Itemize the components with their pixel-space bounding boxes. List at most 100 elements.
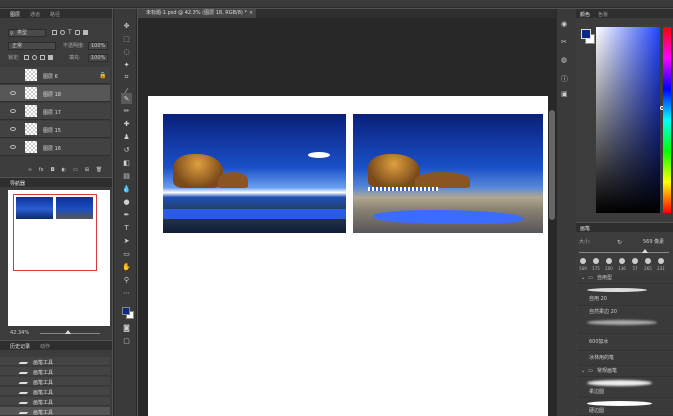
lasso-tool-icon[interactable]: ◌ bbox=[121, 46, 132, 57]
zoom-tool-icon[interactable]: ⚲ bbox=[121, 274, 132, 285]
tab-paths[interactable]: 路径 bbox=[50, 11, 60, 18]
path-select-icon[interactable]: ➤ bbox=[121, 235, 132, 246]
adjustments-icon[interactable]: ▣ bbox=[561, 90, 568, 98]
pencil-tool-icon[interactable]: ✏ bbox=[121, 105, 132, 116]
layer-row[interactable]: 图层 17 bbox=[0, 103, 110, 120]
hand-tool-icon[interactable]: ✋ bbox=[121, 261, 132, 272]
navigator-view-box[interactable] bbox=[13, 194, 97, 271]
tab-history[interactable]: 历史记录 bbox=[10, 343, 30, 350]
filter-type-icon[interactable]: T bbox=[68, 30, 72, 37]
eraser-tool-icon[interactable]: ◧ bbox=[121, 157, 132, 168]
tab-channels[interactable]: 通道 bbox=[30, 11, 40, 18]
brush-tool-icon[interactable]: ✎ bbox=[121, 93, 132, 104]
tab-actions[interactable]: 动作 bbox=[40, 343, 50, 350]
gradient-tool-icon[interactable]: ▤ bbox=[121, 170, 132, 181]
fg-color-chip[interactable] bbox=[581, 29, 591, 39]
eye-icon[interactable] bbox=[10, 109, 16, 113]
brush-preset-size[interactable]: 136 bbox=[617, 258, 627, 272]
navigator-preview[interactable] bbox=[8, 190, 110, 326]
brush-preset-size[interactable]: 57 bbox=[630, 258, 640, 272]
brush-preset[interactable]: 自然柔边 20 bbox=[577, 307, 673, 334]
blend-mode-select[interactable]: 正常 bbox=[8, 42, 56, 50]
type-tool-icon[interactable]: T bbox=[121, 222, 132, 233]
reset-icon[interactable]: ↻ bbox=[617, 239, 622, 246]
lock-move-icon[interactable] bbox=[40, 55, 45, 60]
eye-icon[interactable] bbox=[10, 145, 16, 149]
folder-icon[interactable]: ▭ bbox=[73, 167, 78, 174]
history-item[interactable]: 画笔工具 bbox=[0, 377, 110, 386]
scissors-icon[interactable]: ✂ bbox=[561, 38, 567, 46]
brush-preset[interactable]: 硬边圆 bbox=[577, 399, 673, 416]
more-tools-icon[interactable]: ⋯ bbox=[121, 287, 132, 298]
tab-swatches[interactable]: 色板 bbox=[598, 11, 608, 18]
layer-row[interactable]: 图层 15 bbox=[0, 121, 110, 138]
brush-preset[interactable]: 柔边圆 bbox=[577, 378, 673, 398]
fx-icon[interactable]: fx bbox=[39, 167, 44, 174]
opacity-input[interactable]: 100% bbox=[88, 42, 108, 50]
brush-preset[interactable]: 600加水 bbox=[577, 335, 673, 351]
close-icon[interactable]: × bbox=[249, 11, 253, 16]
brush-preset-size[interactable]: 200 bbox=[604, 258, 614, 272]
quick-mask-icon[interactable]: ◙ bbox=[121, 322, 132, 333]
info-icon[interactable]: ⓘ bbox=[561, 74, 568, 84]
brush-preset[interactable]: 冰林用的笔 bbox=[577, 352, 673, 366]
color-picker-field[interactable] bbox=[596, 27, 660, 213]
brush-preset-size[interactable]: 569 bbox=[578, 258, 588, 272]
brush-preset-size[interactable]: 231 bbox=[656, 258, 666, 272]
eye-icon[interactable] bbox=[10, 91, 16, 95]
brush-settings-icon[interactable]: ◍ bbox=[561, 56, 567, 64]
brush-size-value[interactable]: 569 像素 bbox=[643, 240, 664, 245]
canvas-document[interactable] bbox=[148, 96, 548, 416]
foreground-color-swatch[interactable] bbox=[122, 307, 130, 315]
brush-preset[interactable]: 自用 20 bbox=[577, 285, 673, 306]
trash-icon[interactable]: 🗑 bbox=[96, 167, 102, 174]
tab-brushes[interactable]: 画笔 bbox=[580, 225, 590, 232]
filter-smart-icon[interactable] bbox=[82, 30, 88, 35]
filter-pixel-icon[interactable] bbox=[52, 30, 57, 35]
brush-folder-custom[interactable]: ⌄ ▭ 自用型 bbox=[577, 274, 673, 284]
tab-layers[interactable]: 图层 bbox=[10, 11, 20, 18]
brush-preset-size[interactable]: 175 bbox=[591, 258, 601, 272]
navigator-zoom[interactable]: 42.34% bbox=[10, 331, 29, 336]
brush-preset-size[interactable]: 265 bbox=[643, 258, 653, 272]
mask-icon[interactable]: ◘ bbox=[51, 167, 55, 174]
zoom-slider-handle[interactable] bbox=[65, 330, 71, 334]
filter-adjust-icon[interactable] bbox=[60, 30, 65, 35]
tab-color[interactable]: 颜色 bbox=[580, 11, 590, 18]
adjustment-icon[interactable]: ◐ bbox=[62, 167, 66, 174]
lock-pixels-icon[interactable] bbox=[24, 55, 29, 60]
dodge-tool-icon[interactable]: ● bbox=[121, 196, 132, 207]
stamp-tool-icon[interactable]: ♟ bbox=[121, 131, 132, 142]
screen-mode-icon[interactable]: ▢ bbox=[121, 335, 132, 346]
tab-navigator[interactable]: 导航器 bbox=[10, 180, 25, 187]
brush-size-handle[interactable] bbox=[642, 249, 648, 253]
layer-row-selected[interactable]: 图层 18 bbox=[0, 85, 110, 102]
history-item[interactable]: 画笔工具 bbox=[0, 387, 110, 396]
filter-shape-icon[interactable] bbox=[74, 30, 80, 35]
blur-tool-icon[interactable]: 💧 bbox=[121, 183, 132, 194]
pen-tool-icon[interactable]: ✒ bbox=[121, 209, 132, 220]
eye-icon[interactable] bbox=[10, 127, 16, 131]
layer-row[interactable]: 图层 16 bbox=[0, 139, 110, 156]
history-item[interactable]: 画笔工具 bbox=[0, 357, 110, 366]
history-item[interactable]: 画笔工具 bbox=[0, 367, 110, 376]
brush-folder-general[interactable]: ⌄ ▭ 常规画笔 bbox=[577, 367, 673, 377]
hue-slider[interactable] bbox=[663, 27, 671, 213]
link-icon[interactable]: ∞ bbox=[28, 167, 32, 174]
history-brush-icon[interactable]: ↺ bbox=[121, 144, 132, 155]
new-layer-icon[interactable]: ⊞ bbox=[85, 167, 89, 174]
shape-tool-icon[interactable]: ▭ bbox=[121, 248, 132, 259]
move-tool-icon[interactable]: ✥ bbox=[121, 20, 132, 31]
healing-tool-icon[interactable]: ✚ bbox=[121, 118, 132, 129]
color-panel-icon[interactable]: ◉ bbox=[561, 20, 567, 28]
marquee-tool-icon[interactable]: ⬚ bbox=[121, 33, 132, 44]
crop-tool-icon[interactable]: ⌗ bbox=[121, 72, 132, 83]
brush-size-slider[interactable] bbox=[579, 252, 669, 253]
lock-all-icon[interactable] bbox=[48, 55, 53, 60]
lock-paint-icon[interactable] bbox=[32, 55, 37, 60]
fill-input[interactable]: 100% bbox=[88, 54, 108, 62]
layer-row[interactable]: 图层 6 🔒 bbox=[0, 67, 110, 84]
history-item-current[interactable]: 画笔工具 bbox=[0, 407, 110, 416]
document-tab[interactable]: 未标题-1.psd @ 42.3% (图层 18, RGB/8) * × bbox=[138, 9, 256, 18]
canvas-scrollbar[interactable] bbox=[549, 110, 555, 220]
